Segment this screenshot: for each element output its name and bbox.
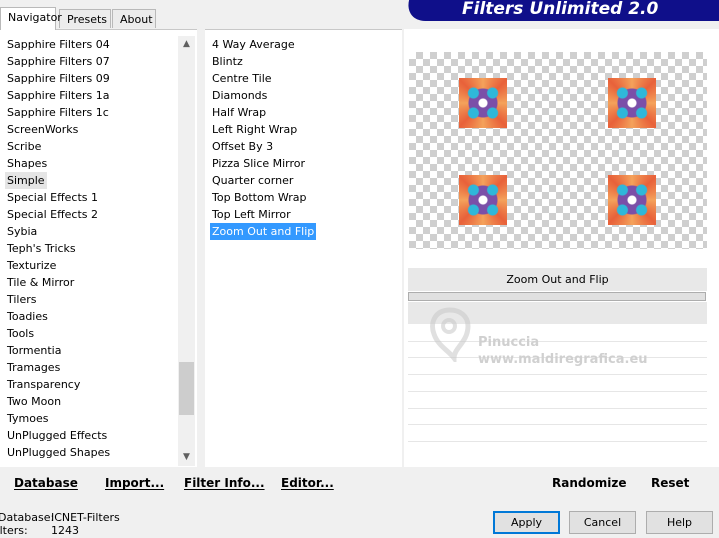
category-item[interactable]: Tymoes	[5, 410, 50, 427]
watermark-logo-icon	[430, 307, 471, 362]
divider	[408, 408, 707, 409]
category-item[interactable]: Tormentia	[5, 342, 63, 359]
category-item[interactable]: Toadies	[5, 308, 50, 325]
filters-count: 1243	[51, 524, 79, 537]
tab-navigator[interactable]: Navigator	[0, 7, 62, 30]
category-item[interactable]: Tramages	[5, 359, 62, 376]
filter-item[interactable]: Diamonds	[210, 87, 269, 104]
category-item[interactable]: ScreenWorks	[5, 121, 80, 138]
filter-item[interactable]: Offset By 3	[210, 138, 275, 155]
preview-tile	[459, 175, 507, 225]
divider	[408, 424, 707, 425]
preview-image	[409, 52, 707, 249]
filter-info-button[interactable]: Filter Info...	[184, 474, 265, 492]
preview-tile	[459, 78, 507, 128]
divider	[408, 391, 707, 392]
app-title: Filters Unlimited 2.0	[462, 0, 659, 19]
scroll-down-icon[interactable]: ▼	[178, 449, 195, 466]
category-panel: Sapphire Filters 04 Sapphire Filters 07 Sa…	[0, 29, 197, 469]
preview-tile	[608, 175, 656, 225]
filter-item[interactable]: Centre Tile	[210, 70, 274, 87]
database-value: ICNET-Filters	[51, 511, 120, 524]
parameter-slider[interactable]	[408, 292, 706, 301]
scrollbar-thumb[interactable]	[179, 362, 194, 415]
category-item[interactable]: Special Effects 1	[5, 189, 100, 206]
category-item[interactable]: Two Moon	[5, 393, 63, 410]
tab-presets[interactable]: Presets	[59, 9, 111, 28]
category-item[interactable]: Tile & Mirror	[5, 274, 76, 291]
divider	[408, 374, 707, 375]
filter-panel: 4 Way Average Blintz Centre Tile Diamonds Ha…	[205, 29, 402, 469]
preview-tile	[608, 78, 656, 128]
category-item[interactable]: Teph's Tricks	[5, 240, 78, 257]
filter-item[interactable]: Zoom Out and Flip	[210, 223, 317, 240]
watermark-url: www.maldiregrafica.eu	[478, 352, 648, 367]
reset-button[interactable]: Reset	[651, 474, 689, 492]
category-item[interactable]: Tools	[5, 325, 36, 342]
filters-label: Filters:	[0, 524, 28, 537]
randomize-button[interactable]: Randomize	[552, 474, 626, 492]
category-item[interactable]: Shapes	[5, 155, 49, 172]
filter-item[interactable]: Half Wrap	[210, 104, 268, 121]
category-item[interactable]: Sapphire Filters 1c	[5, 104, 111, 121]
category-item[interactable]: Scribe	[5, 138, 43, 155]
filter-name-label: Zoom Out and Flip	[408, 268, 707, 291]
help-button[interactable]: Help	[646, 511, 713, 534]
filter-item[interactable]: 4 Way Average	[210, 36, 297, 53]
category-item[interactable]: UnPlugged Shapes	[5, 444, 112, 461]
divider	[408, 441, 707, 442]
category-item[interactable]: Simple	[5, 172, 47, 189]
watermark-name: Pinuccia	[478, 335, 540, 350]
filter-item[interactable]: Top Bottom Wrap	[210, 189, 309, 206]
category-item[interactable]: Sybia	[5, 223, 39, 240]
cancel-button[interactable]: Cancel	[569, 511, 636, 534]
filter-item[interactable]: Top Left Mirror	[210, 206, 293, 223]
category-item[interactable]: Sapphire Filters 07	[5, 53, 112, 70]
category-item[interactable]: Sapphire Filters 09	[5, 70, 112, 87]
category-item[interactable]: Sapphire Filters 04	[5, 36, 112, 53]
category-scrollbar[interactable]: ▲ ▼	[178, 36, 195, 466]
database-label: Database:	[0, 511, 55, 524]
category-item[interactable]: Tilers	[5, 291, 39, 308]
database-button[interactable]: Database	[14, 474, 78, 492]
filter-item[interactable]: Blintz	[210, 53, 245, 70]
category-item[interactable]: Sapphire Filters 1a	[5, 87, 111, 104]
import-button[interactable]: Import...	[105, 474, 164, 492]
filter-item[interactable]: Left Right Wrap	[210, 121, 299, 138]
filter-item[interactable]: Quarter corner	[210, 172, 295, 189]
apply-button[interactable]: Apply	[493, 511, 560, 534]
category-item[interactable]: UnPlugged Effects	[5, 427, 109, 444]
tab-about[interactable]: About	[112, 9, 156, 28]
category-item[interactable]: Transparency	[5, 376, 82, 393]
editor-button[interactable]: Editor...	[281, 474, 334, 492]
scroll-up-icon[interactable]: ▲	[178, 36, 195, 53]
category-item[interactable]: Texturize	[5, 257, 58, 274]
filter-item[interactable]: Pizza Slice Mirror	[210, 155, 307, 172]
category-item[interactable]: Special Effects 2	[5, 206, 100, 223]
